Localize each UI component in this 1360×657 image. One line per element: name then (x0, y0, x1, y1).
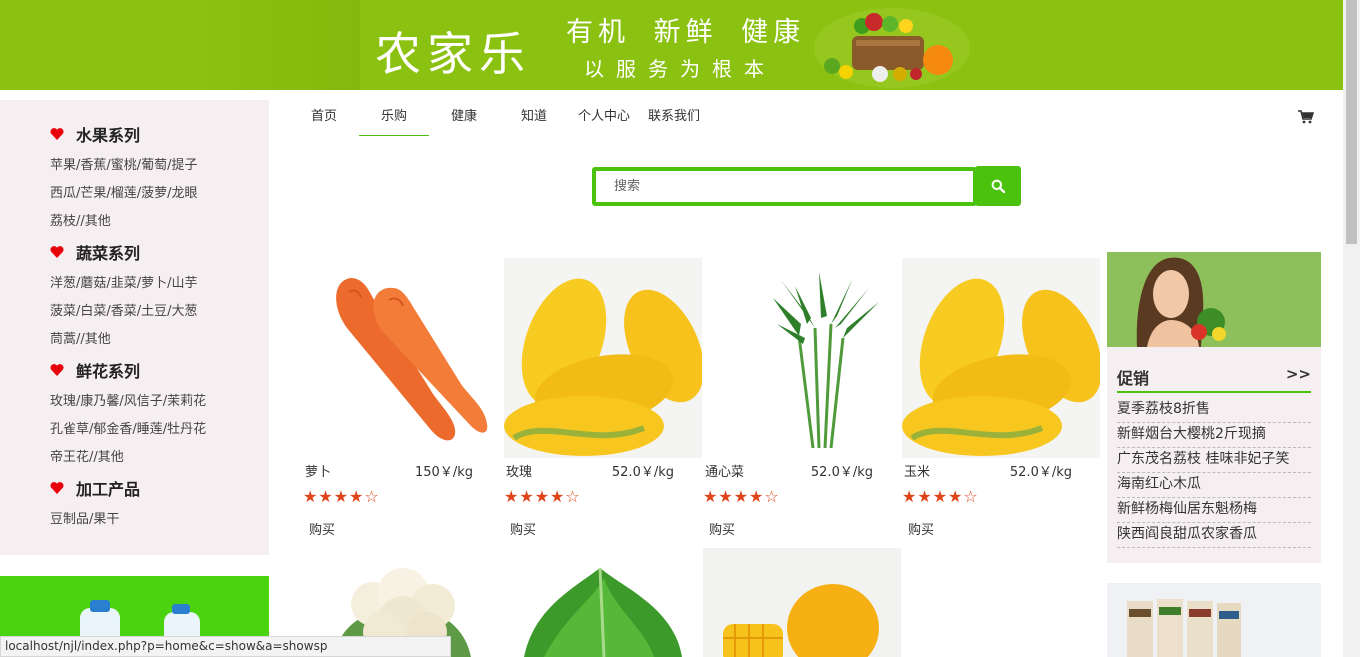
scrollbar-thumb[interactable] (1346, 0, 1357, 244)
shopping-cart-icon[interactable] (1298, 109, 1315, 124)
category-title-label: 水果系列 (76, 126, 141, 145)
site-logo-text: 农家乐 (375, 27, 531, 81)
product-image-corn[interactable] (902, 258, 1100, 458)
product-price: 52.0￥/kg (810, 465, 873, 480)
promo-products-banner[interactable] (1107, 583, 1321, 657)
category-title-vegetable[interactable]: 蔬菜系列 (50, 240, 140, 264)
product-price: 52.0￥/kg (1009, 465, 1072, 480)
nav-user-center[interactable]: 个人中心 (572, 108, 636, 136)
search-button[interactable] (975, 166, 1021, 206)
category-link[interactable]: 菠菜/白菜/香菜/土豆/大葱 (50, 300, 198, 319)
category-title-label: 加工产品 (76, 480, 141, 499)
banner-shade (200, 0, 360, 90)
promo-item[interactable]: 陕西阎良甜瓜农家香瓜 (1117, 523, 1311, 548)
product-rating: ★★★★☆ (303, 487, 380, 506)
category-link[interactable]: 帝王花//其他 (50, 446, 124, 465)
product-name: 萝卜 (305, 465, 332, 480)
category-link[interactable]: 西瓜/芒果/榴莲/菠萝/龙眼 (50, 182, 198, 201)
category-title-label: 蔬菜系列 (76, 244, 141, 263)
product-image-corn[interactable] (504, 258, 702, 458)
browser-status-url: localhost/njl/index.php?p=home&c=show&a=… (0, 636, 451, 657)
category-link[interactable]: 荔枝//其他 (50, 210, 111, 229)
search-icon (991, 179, 1005, 193)
heart-icon (50, 245, 64, 259)
category-title-flower[interactable]: 鲜花系列 (50, 358, 140, 382)
product-name: 玉米 (904, 465, 931, 480)
product-image-spinach[interactable] (504, 548, 702, 657)
product-price: 52.0￥/kg (611, 465, 674, 480)
promo-title: 促销 (1117, 369, 1150, 388)
buy-button[interactable]: 购买 (510, 519, 536, 538)
category-link[interactable]: 玫瑰/康乃馨/风信子/茉莉花 (50, 390, 206, 409)
promo-woman-image[interactable] (1107, 252, 1321, 347)
nav-health[interactable]: 健康 (444, 108, 484, 136)
nav-shop[interactable]: 乐购 (359, 108, 429, 136)
product-image-water-spinach[interactable] (703, 258, 901, 458)
promo-item[interactable]: 新鲜杨梅仙居东魁杨梅 (1117, 498, 1311, 523)
product-image-mango[interactable] (703, 548, 901, 657)
heart-icon (50, 127, 64, 141)
promo-item[interactable]: 新鲜烟台大樱桃2斤现摘 (1117, 423, 1311, 448)
heart-icon (50, 363, 64, 377)
search-input[interactable] (596, 171, 972, 202)
buy-button[interactable]: 购买 (309, 519, 335, 538)
product-card[interactable] (703, 548, 901, 657)
product-name: 通心菜 (705, 465, 745, 480)
nav-know[interactable]: 知道 (514, 108, 554, 136)
product-image-carrot[interactable] (303, 258, 501, 458)
product-name: 玫瑰 (506, 465, 533, 480)
category-title-label: 鲜花系列 (76, 362, 141, 381)
slogan-top: 有机 新鲜 健康 (566, 17, 806, 48)
header-banner: 农家乐 有机 新鲜 健康 以服务为根本 (0, 0, 1343, 90)
slogan-bottom: 以服务为根本 (584, 57, 776, 81)
product-price: 150￥/kg (415, 465, 473, 480)
product-card[interactable] (504, 548, 702, 657)
nav-home[interactable]: 首页 (304, 108, 344, 136)
category-link[interactable]: 洋葱/蘑菇/韭菜/萝卜/山芋 (50, 272, 198, 291)
category-title-processed[interactable]: 加工产品 (50, 476, 140, 500)
promo-item[interactable]: 广东茂名荔枝 桂味非妃子笑 (1117, 448, 1311, 473)
promo-item[interactable]: 海南红心木瓜 (1117, 473, 1311, 498)
buy-button[interactable]: 购买 (908, 519, 934, 538)
heart-icon (50, 481, 64, 495)
promotion-panel: 促销 >> 夏季荔枝8折售 新鲜烟台大樱桃2斤现摘 广东茂名荔枝 桂味非妃子笑 … (1107, 252, 1321, 563)
product-rating: ★★★★☆ (703, 487, 780, 506)
category-link[interactable]: 苹果/香蕉/蜜桃/葡萄/提子 (50, 154, 198, 173)
vertical-scrollbar[interactable] (1343, 0, 1360, 657)
buy-button[interactable]: 购买 (709, 519, 735, 538)
product-rating: ★★★★☆ (504, 487, 581, 506)
category-title-fruit[interactable]: 水果系列 (50, 122, 140, 146)
vegetable-basket-image (814, 8, 970, 88)
category-link[interactable]: 孔雀草/郁金香/睡莲/牡丹花 (50, 418, 206, 437)
promo-item[interactable]: 夏季荔枝8折售 (1117, 398, 1311, 423)
organic-packages-image (1127, 599, 1241, 657)
category-link[interactable]: 茼蒿//其他 (50, 328, 111, 347)
product-rating: ★★★★☆ (902, 487, 979, 506)
promo-divider (1117, 391, 1311, 393)
category-link[interactable]: 豆制品/果干 (50, 508, 119, 527)
promo-more-link[interactable]: >> (1286, 365, 1311, 383)
nav-contact[interactable]: 联系我们 (642, 108, 706, 136)
